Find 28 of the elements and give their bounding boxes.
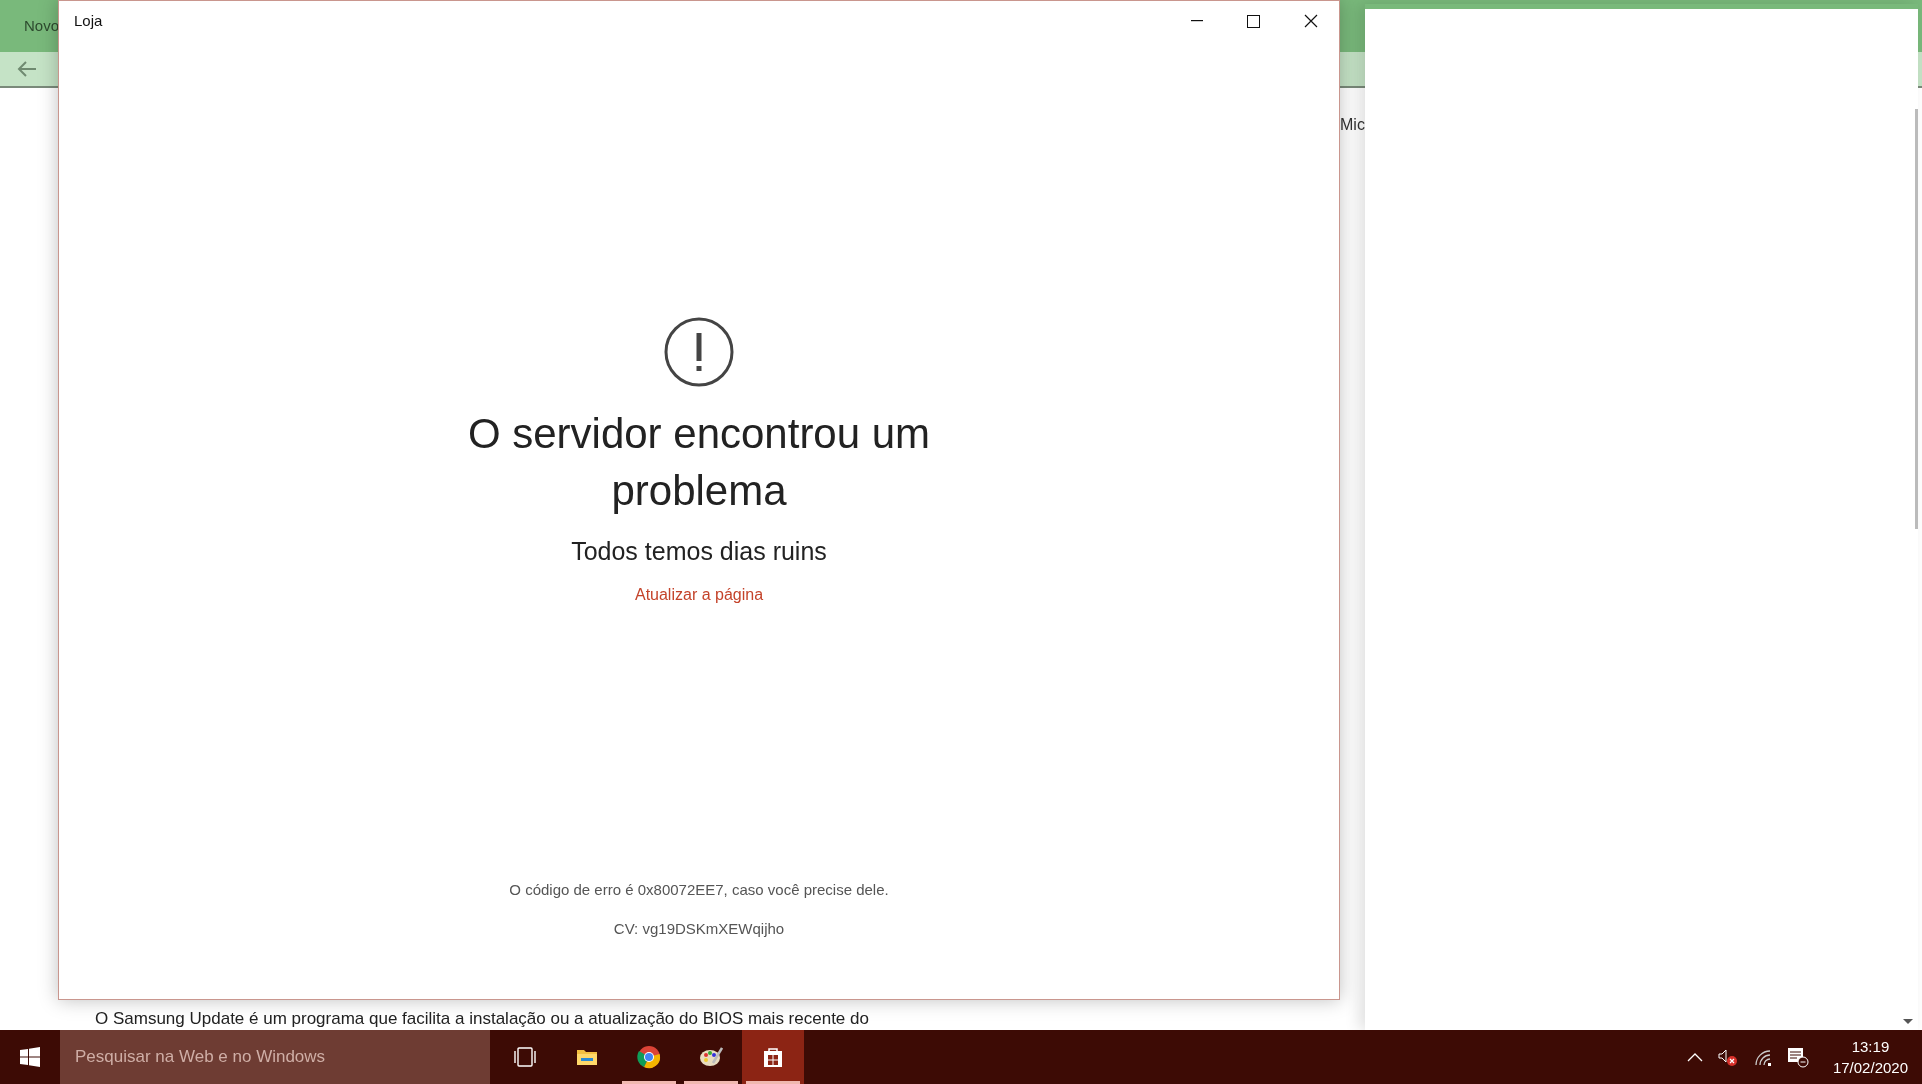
warning-icon [664, 317, 734, 387]
page-text: Mic [1340, 115, 1365, 135]
error-code-text: O código de erro é 0x80072EE7, caso você precise dele. [509, 879, 889, 900]
correlation-vector-text: CV: vg19DSKmXEWqijho [613, 919, 785, 939]
windows-logo-icon [20, 1047, 40, 1067]
browser-icon [637, 1045, 661, 1069]
task-view-icon [513, 1045, 537, 1069]
clock[interactable]: 13:19 17/02/2020 [1832, 1036, 1908, 1078]
window-title: Loja [74, 10, 103, 31]
wifi-icon[interactable] [1752, 1048, 1773, 1066]
page-paragraph: O Samsung Update é um programa que facilita a instalação ou a atualização do BIOS mais recente do [95, 1008, 869, 1030]
error-heading: O servidor encontrou um problema [466, 409, 932, 516]
maximize-icon [1247, 14, 1260, 28]
shopping-bag-icon [761, 1045, 785, 1069]
error-subheading: Todos temos dias ruins [571, 536, 827, 567]
tab-label[interactable]: Novo [24, 14, 60, 38]
muted-speaker-icon[interactable] [1716, 1047, 1739, 1067]
paint-palette-icon [699, 1045, 723, 1069]
back-arrow-icon[interactable] [16, 60, 38, 78]
scroll-down-icon[interactable] [1903, 1019, 1913, 1024]
refresh-link[interactable]: Atualizar a página [634, 582, 764, 607]
scrollbar[interactable] [1915, 109, 1918, 529]
minimize-icon [1190, 20, 1203, 22]
search-field[interactable]: Pesquisar na Web e no Windows [60, 1030, 490, 1084]
chevron-up-icon[interactable] [1686, 1052, 1703, 1062]
taskbar-app-button[interactable] [742, 1030, 804, 1084]
notification-icon[interactable] [1786, 1046, 1809, 1068]
close-icon [1303, 14, 1318, 28]
